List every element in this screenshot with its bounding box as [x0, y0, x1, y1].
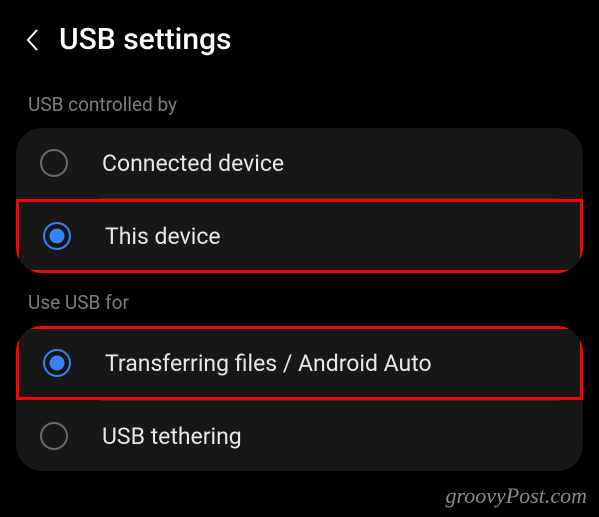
- radio-label: USB tethering: [102, 423, 242, 450]
- radio-label: Transferring files / Android Auto: [105, 350, 432, 377]
- back-icon[interactable]: [25, 28, 39, 52]
- card-controlled-by: Connected device This device: [16, 128, 583, 273]
- section-label-use-for: Use USB for: [10, 273, 589, 326]
- radio-label: This device: [105, 223, 221, 250]
- header: USB settings: [10, 10, 589, 75]
- section-label-controlled-by: USB controlled by: [10, 75, 589, 128]
- radio-unchecked-icon: [40, 149, 68, 177]
- radio-transferring-files[interactable]: Transferring files / Android Auto: [16, 326, 583, 400]
- watermark: groovyPost.com: [445, 483, 587, 509]
- radio-this-device[interactable]: This device: [16, 199, 583, 273]
- radio-checked-icon: [43, 222, 71, 250]
- radio-connected-device[interactable]: Connected device: [16, 128, 583, 198]
- radio-label: Connected device: [102, 150, 284, 177]
- radio-usb-tethering[interactable]: USB tethering: [16, 401, 583, 471]
- card-use-for: Transferring files / Android Auto USB te…: [16, 326, 583, 471]
- radio-unchecked-icon: [40, 422, 68, 450]
- radio-checked-icon: [43, 349, 71, 377]
- page-title: USB settings: [59, 22, 231, 57]
